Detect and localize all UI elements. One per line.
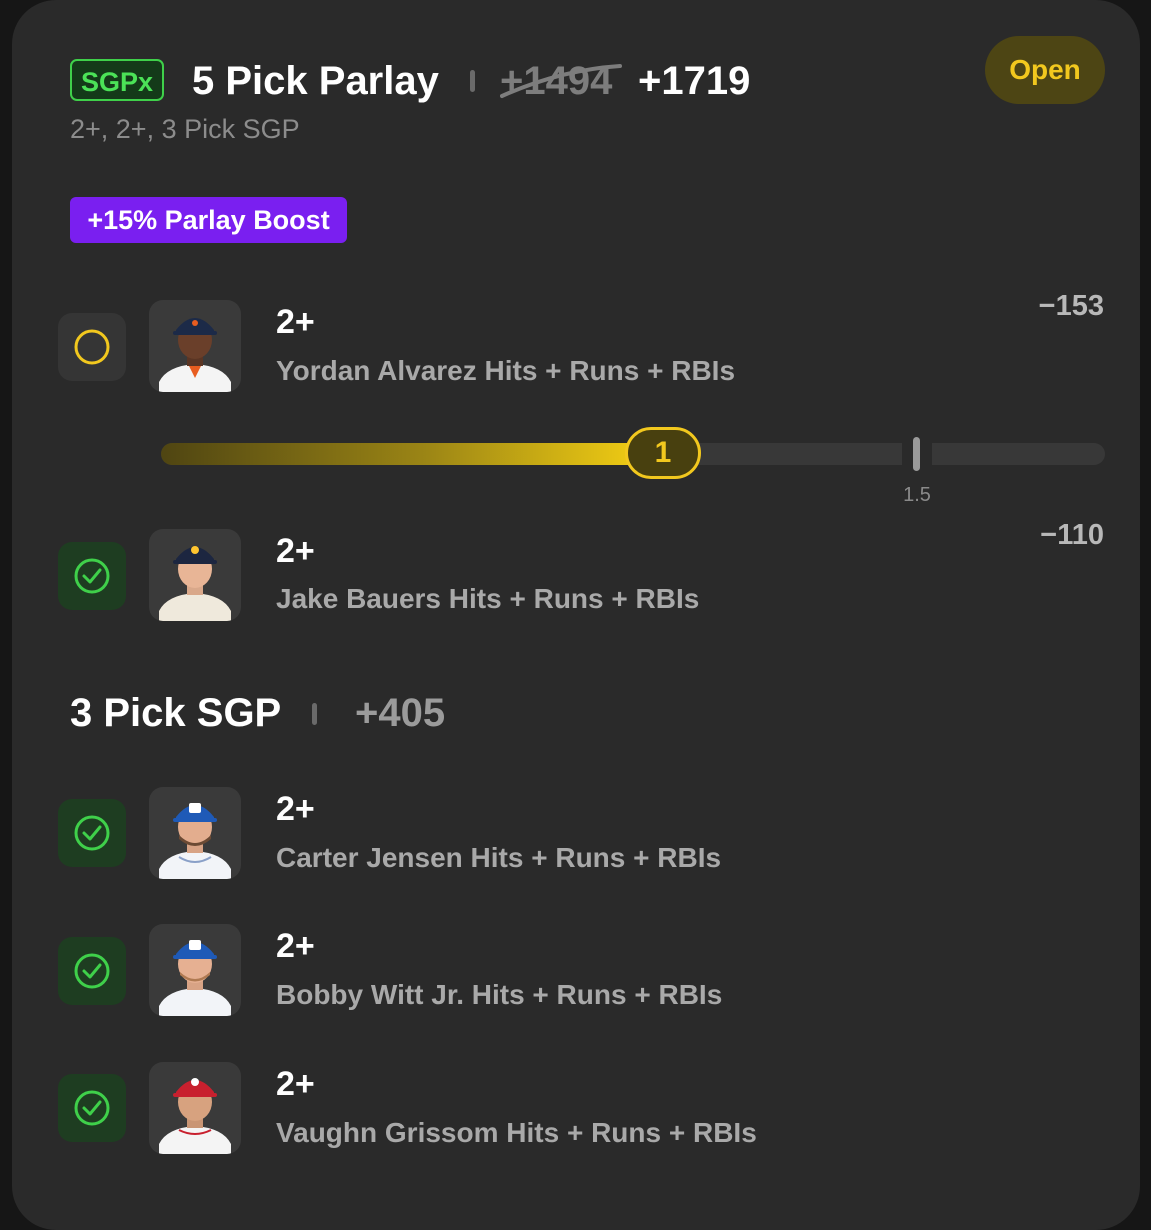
leg-market: Yordan Alvarez Hits + Runs + RBIs <box>276 355 736 386</box>
leg-status-won <box>58 1074 126 1142</box>
leg-status-pending <box>58 313 126 381</box>
strikethrough-line <box>500 64 622 98</box>
leg-line: 2+ <box>276 303 315 341</box>
check-circle-icon <box>74 558 110 594</box>
check-circle-icon <box>74 815 110 851</box>
leg-line: 2+ <box>276 532 315 570</box>
target-marker <box>913 437 920 471</box>
leg-market: Jake Bauers Hits + Runs + RBIs <box>276 583 700 614</box>
leg-market: Vaughn Grissom Hits + Runs + RBIs <box>276 1117 757 1148</box>
parlay-subtitle: 2+, 2+, 3 Pick SGP <box>70 114 300 144</box>
leg-market: Carter Jensen Hits + Runs + RBIs <box>276 842 722 873</box>
leg-line: 2+ <box>276 927 315 965</box>
parlay-title: 5 Pick Parlay <box>192 59 439 103</box>
parlay-card[interactable]: SGPx 5 Pick Parlay +1494 +1719 2+, 2+, 3… <box>12 0 1140 1230</box>
sgp-section-odds: +405 <box>355 691 446 735</box>
player-avatar-jake-bauers <box>149 529 241 621</box>
player-avatar-yordan-alvarez <box>149 300 241 392</box>
boosted-odds: +1719 <box>638 59 751 103</box>
progress-knob: 1 <box>625 427 701 479</box>
section-separator <box>312 703 317 725</box>
progress-fill <box>161 443 641 465</box>
leg-market: Bobby Witt Jr. Hits + Runs + RBIs <box>276 979 723 1010</box>
parlay-boost-badge: +15% Parlay Boost <box>70 197 347 243</box>
status-badge: Open <box>985 36 1105 104</box>
circle-icon <box>74 329 110 365</box>
leg-odds: −153 <box>1038 290 1104 322</box>
player-avatar-carter-jensen <box>149 787 241 879</box>
leg-status-won <box>58 542 126 610</box>
leg-odds: −110 <box>1040 519 1104 551</box>
title-separator <box>470 70 475 92</box>
check-circle-icon <box>74 1090 110 1126</box>
player-avatar-vaughn-grissom <box>149 1062 241 1154</box>
sgpx-badge: SGPx <box>70 59 164 101</box>
target-label: 1.5 <box>903 484 931 506</box>
player-avatar-bobby-witt-jr <box>149 924 241 1016</box>
sgp-section-title: 3 Pick SGP <box>70 691 282 735</box>
leg-line: 2+ <box>276 1065 315 1103</box>
leg-line: 2+ <box>276 790 315 828</box>
leg-status-won <box>58 799 126 867</box>
leg-status-won <box>58 937 126 1005</box>
check-circle-icon <box>74 953 110 989</box>
